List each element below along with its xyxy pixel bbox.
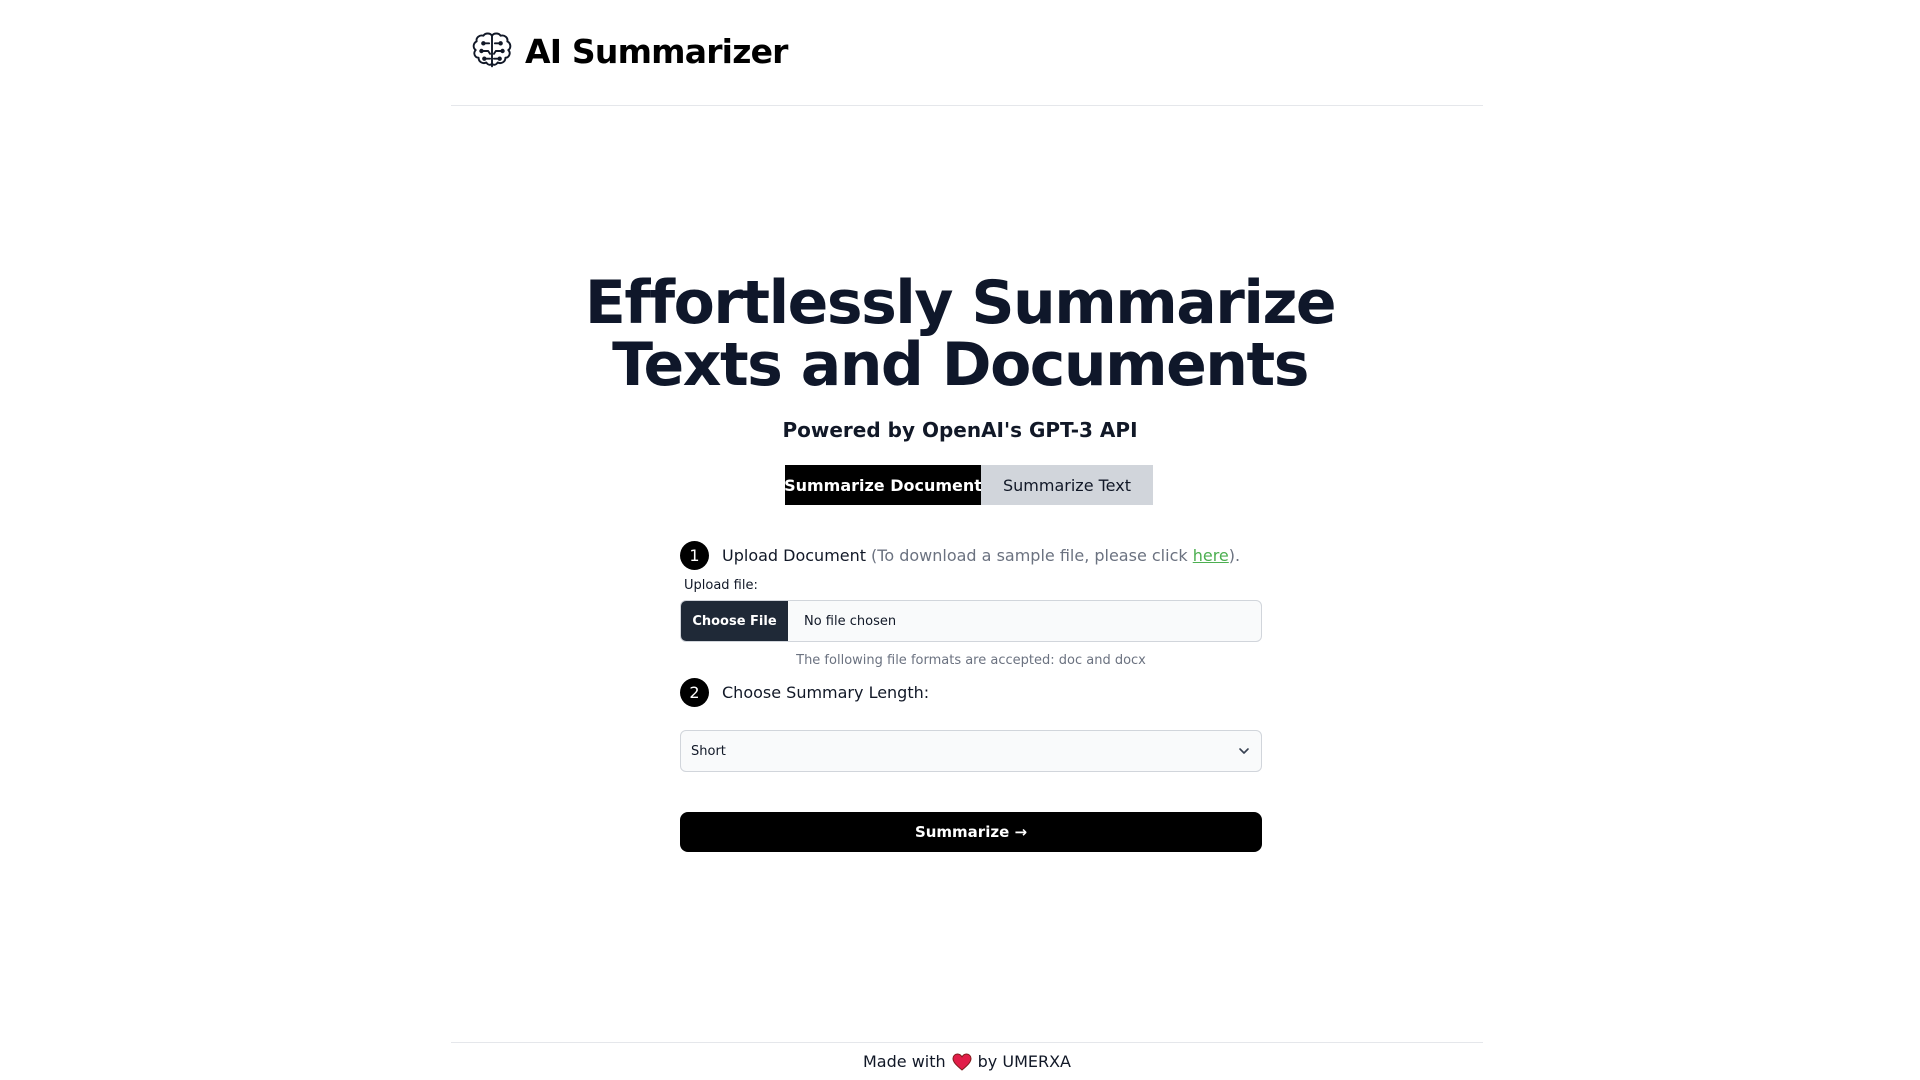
site-header: AI Summarizer bbox=[451, 0, 1483, 106]
brain-icon bbox=[472, 32, 512, 68]
step-upload-document: 1 Upload Document (To download a sample … bbox=[680, 541, 1240, 570]
footer-prefix: Made with bbox=[863, 1052, 946, 1071]
file-status-text: No file chosen bbox=[804, 613, 897, 629]
upload-file-label: Upload file: bbox=[684, 578, 758, 593]
step-choose-length: 2 Choose Summary Length: bbox=[680, 678, 929, 707]
brand-title: AI Summarizer bbox=[525, 31, 788, 71]
summary-length-value: Short bbox=[691, 743, 726, 759]
sample-note-suffix: ). bbox=[1228, 546, 1241, 565]
step-number-badge: 2 bbox=[680, 678, 709, 707]
step-title: Choose Summary Length: bbox=[722, 683, 930, 702]
chevron-down-icon bbox=[1239, 748, 1249, 754]
heart-icon bbox=[952, 1052, 972, 1071]
summarize-button[interactable]: Summarize → bbox=[680, 812, 1262, 852]
footer-suffix: by UMERXA bbox=[977, 1052, 1071, 1071]
sample-note-prefix: (To download a sample file, please click bbox=[871, 546, 1193, 565]
hero-title-line2: Texts and Documents bbox=[612, 330, 1309, 400]
brand[interactable]: AI Summarizer bbox=[469, 27, 788, 75]
sample-file-note: (To download a sample file, please click… bbox=[871, 546, 1240, 565]
tab-summarize-text[interactable]: Summarize Text bbox=[981, 465, 1153, 505]
summary-length-select[interactable]: Short bbox=[680, 730, 1262, 772]
hero-title: Effortlessly Summarize Texts and Documen… bbox=[560, 272, 1360, 396]
hero-title-line1: Effortlessly Summarize bbox=[584, 268, 1337, 338]
file-input[interactable]: Choose File No file chosen bbox=[680, 600, 1262, 642]
tab-summarize-document[interactable]: Summarize Document bbox=[784, 465, 982, 505]
site-footer: Made with by UMERXA bbox=[451, 1042, 1483, 1080]
step-title: Upload Document bbox=[722, 546, 867, 565]
file-format-help: The following file formats are accepted:… bbox=[796, 653, 1146, 668]
sample-file-link[interactable]: here bbox=[1193, 546, 1229, 565]
mode-tabs: Summarize Document Summarize Text bbox=[784, 465, 1153, 505]
hero-subtitle: Powered by OpenAI's GPT-3 API bbox=[782, 418, 1138, 442]
choose-file-button[interactable]: Choose File bbox=[681, 601, 788, 641]
step-number-badge: 1 bbox=[680, 541, 709, 570]
